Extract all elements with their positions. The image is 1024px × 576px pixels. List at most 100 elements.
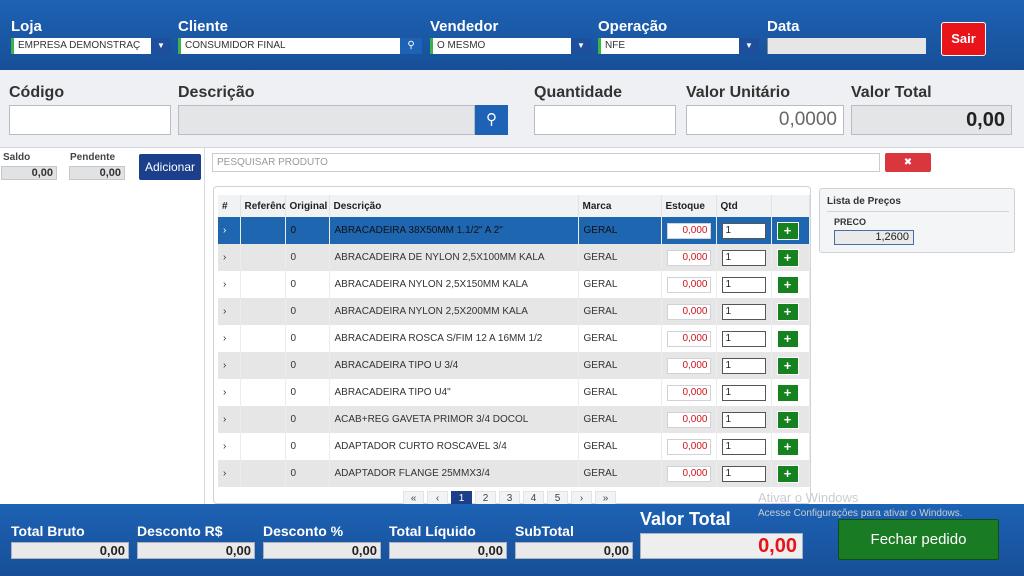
row-expand-icon[interactable]: › — [218, 379, 241, 406]
table-row[interactable]: › 0 ABRACADEIRA ROSCA S/FIM 12 A 16MM 1/2 G… — [218, 325, 810, 352]
operacao-select[interactable]: NFE — [598, 38, 739, 54]
desconto-rs-input[interactable]: 0,00 — [137, 542, 255, 559]
add-item-button[interactable]: + — [776, 410, 799, 429]
table-row[interactable]: › 0 ADAPTADOR FLANGE 25MMX3/4 GERAL 0,000 1 + — [218, 460, 810, 487]
total-bruto-label: Total Bruto — [11, 523, 85, 539]
cell-add: + — [771, 298, 810, 325]
cliente-search-icon[interactable]: ⚲ — [400, 38, 422, 54]
cell-qtd: 1 — [716, 379, 772, 406]
add-item-button[interactable]: + — [776, 302, 799, 321]
add-item-button[interactable]: + — [776, 221, 799, 240]
operacao-label: Operação — [598, 18, 668, 35]
qtd-input[interactable]: 1 — [721, 276, 766, 293]
table-row[interactable]: › 0 ABRACADEIRA NYLON 2,5X150MM KALA GERAL 0… — [218, 271, 810, 298]
product-search-input[interactable]: PESQUISAR PRODUTO — [212, 153, 880, 172]
page-button[interactable]: » — [595, 491, 616, 505]
page-button[interactable]: › — [571, 491, 592, 505]
cell-original: 0 — [285, 298, 330, 325]
row-expand-icon[interactable]: › — [218, 271, 241, 298]
desconto-rs-label: Desconto R$ — [137, 523, 223, 539]
cell-descricao: ACAB+REG GAVETA PRIMOR 3/4 DOCOL — [329, 406, 579, 433]
column-header[interactable]: Estoque — [661, 195, 717, 217]
cell-referencia — [240, 406, 286, 433]
qtd-input[interactable]: 1 — [721, 249, 766, 266]
add-item-button[interactable]: + — [776, 275, 799, 294]
row-expand-icon[interactable]: › — [218, 406, 241, 433]
qtd-input[interactable]: 1 — [721, 438, 766, 455]
column-header[interactable] — [771, 195, 810, 217]
page-button[interactable]: ‹ — [427, 491, 448, 505]
codigo-input[interactable] — [9, 105, 171, 135]
vendedor-dropdown-icon[interactable]: ▼ — [571, 38, 591, 54]
cell-descricao: ADAPTADOR CURTO ROSCAVEL 3/4 — [329, 433, 579, 460]
adicionar-button[interactable]: Adicionar — [139, 154, 201, 180]
loja-dropdown-icon[interactable]: ▼ — [151, 38, 171, 54]
column-header[interactable]: # — [218, 195, 241, 217]
row-expand-icon[interactable]: › — [218, 460, 241, 487]
page-button[interactable]: « — [403, 491, 424, 505]
add-item-button[interactable]: + — [776, 329, 799, 348]
row-expand-icon[interactable]: › — [218, 433, 241, 460]
price-value[interactable]: 1,2600 — [834, 230, 914, 245]
desconto-pct-input[interactable]: 0,00 — [263, 542, 381, 559]
table-row[interactable]: › 0 ADAPTADOR CURTO ROSCAVEL 3/4 GERAL 0,000… — [218, 433, 810, 460]
cell-add: + — [771, 433, 810, 460]
column-header[interactable]: Descrição — [329, 195, 579, 217]
table-row[interactable]: › 0 ABRACADEIRA TIPO U4" GERAL 0,000 1 + — [218, 379, 810, 406]
column-header[interactable]: Marca — [578, 195, 662, 217]
estoque-value: 0,000 — [666, 465, 711, 482]
table-row[interactable]: › 0 ABRACADEIRA NYLON 2,5X200MM KALA GERAL 0… — [218, 298, 810, 325]
cell-estoque: 0,000 — [661, 406, 717, 433]
operacao-dropdown-icon[interactable]: ▼ — [739, 38, 759, 54]
table-row[interactable]: › 0 ACAB+REG GAVETA PRIMOR 3/4 DOCOL GERAL 0… — [218, 406, 810, 433]
qtd-input[interactable]: 1 — [721, 330, 766, 347]
fechar-pedido-button[interactable]: Fechar pedido — [838, 519, 999, 560]
page-button[interactable]: 4 — [523, 491, 544, 505]
cell-marca: GERAL — [578, 433, 662, 460]
qtd-input[interactable]: 1 — [721, 411, 766, 428]
table-row[interactable]: › 0 ABRACADEIRA 38X50MM 1.1/2" A 2" GERAL 0,… — [218, 217, 810, 244]
table-row[interactable]: › 0 ABRACADEIRA TIPO U 3/4 GERAL 0,000 1 + — [218, 352, 810, 379]
row-expand-icon[interactable]: › — [218, 217, 241, 244]
qtd-input[interactable]: 1 — [721, 303, 766, 320]
cell-marca: GERAL — [578, 379, 662, 406]
clear-search-button[interactable]: ✖ — [885, 153, 931, 172]
cell-original: 0 — [285, 379, 330, 406]
qtd-input[interactable]: 1 — [721, 222, 766, 239]
sair-button[interactable]: Sair — [941, 22, 986, 56]
row-expand-icon[interactable]: › — [218, 352, 241, 379]
add-item-button[interactable]: + — [776, 464, 799, 483]
column-header[interactable]: Original — [285, 195, 330, 217]
cell-qtd: 1 — [716, 352, 772, 379]
row-expand-icon[interactable]: › — [218, 244, 241, 271]
qtd-input[interactable]: 1 — [721, 384, 766, 401]
row-expand-icon[interactable]: › — [218, 325, 241, 352]
column-header[interactable]: Referência — [240, 195, 286, 217]
cell-estoque: 0,000 — [661, 352, 717, 379]
qtd-input[interactable]: 1 — [721, 357, 766, 374]
cliente-field[interactable]: CONSUMIDOR FINAL — [178, 38, 400, 54]
loja-select[interactable]: EMPRESA DEMONSTRAÇ — [11, 38, 151, 54]
page-button[interactable]: 3 — [499, 491, 520, 505]
row-expand-icon[interactable]: › — [218, 298, 241, 325]
data-field[interactable] — [767, 38, 926, 54]
cell-descricao: ABRACADEIRA TIPO U 3/4 — [329, 352, 579, 379]
valor-unitario-input[interactable]: 0,0000 — [686, 105, 844, 135]
column-header[interactable]: Qtd — [716, 195, 772, 217]
table-row[interactable]: › 0 ABRACADEIRA DE NYLON 2,5X100MM KALA GER… — [218, 244, 810, 271]
qtd-input[interactable]: 1 — [721, 465, 766, 482]
subtotal-label: SubTotal — [515, 523, 574, 539]
vendedor-select[interactable]: O MESMO — [430, 38, 571, 54]
page-button[interactable]: 2 — [475, 491, 496, 505]
descricao-search-icon[interactable]: ⚲ — [475, 105, 508, 135]
add-item-button[interactable]: + — [776, 437, 799, 456]
quantidade-input[interactable] — [534, 105, 676, 135]
add-item-button[interactable]: + — [776, 383, 799, 402]
page-button[interactable]: 5 — [547, 491, 568, 505]
saldo-label: Saldo — [3, 152, 31, 163]
add-item-button[interactable]: + — [776, 356, 799, 375]
descricao-input[interactable] — [178, 105, 475, 135]
cell-qtd: 1 — [716, 271, 772, 298]
add-item-button[interactable]: + — [776, 248, 799, 267]
page-button[interactable]: 1 — [451, 491, 472, 505]
